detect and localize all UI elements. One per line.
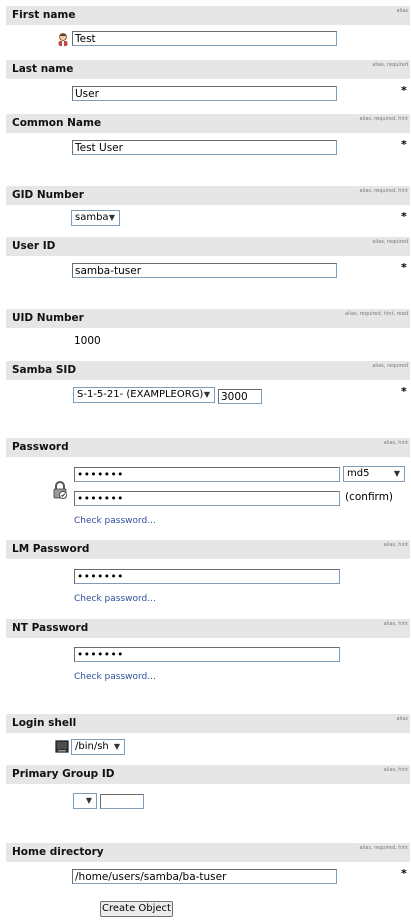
gid-number-label: GID Number (12, 189, 84, 201)
lm-password-input[interactable]: ••••••• (74, 569, 340, 584)
login-shell-value: /bin/sh (75, 741, 109, 752)
last-name-hint: alias, required (372, 62, 408, 68)
common-name-header: Common Name alias, required, hint (6, 114, 410, 133)
user-id-input[interactable]: samba-tuser (72, 263, 337, 278)
lm-check-password-link[interactable]: Check password... (74, 594, 156, 604)
uid-number-value: 1000 (74, 335, 101, 347)
last-name-input[interactable]: User (72, 86, 337, 101)
login-shell-header: Login shell alias (6, 714, 410, 733)
required-marker: * (401, 385, 407, 398)
password-hint: alias, hint (383, 440, 408, 446)
lm-password-label: LM Password (12, 543, 90, 555)
required-marker: * (401, 210, 407, 223)
chevron-down-icon: ▼ (203, 390, 211, 399)
terminal-icon (55, 740, 69, 753)
login-shell-label: Login shell (12, 717, 77, 729)
nt-password-hint: alias, hint (383, 621, 408, 627)
samba-sid-domain-value: S-1-5-21- (EXAMPLEORG) (77, 389, 204, 400)
uid-number-hint: alias, required, hint, read (345, 311, 408, 317)
user-icon (58, 33, 68, 46)
samba-sid-rid-input[interactable]: 3000 (218, 389, 262, 404)
chevron-down-icon: ▼ (85, 796, 93, 805)
first-name-hint: alias (396, 8, 408, 14)
primary-group-id-header: Primary Group ID alias, hint (6, 765, 410, 784)
last-name-label: Last name (12, 63, 74, 75)
primary-group-id-input[interactable] (100, 794, 144, 809)
samba-sid-label: Samba SID (12, 364, 77, 376)
chevron-down-icon: ▼ (108, 213, 116, 222)
password-confirm-label: (confirm) (345, 491, 394, 503)
gid-number-header: GID Number alias, required, hint (6, 186, 410, 205)
home-directory-hint: alias, required, hint (359, 845, 408, 851)
last-name-header: Last name alias, required (6, 60, 410, 79)
samba-sid-hint: alias, required (372, 363, 408, 369)
required-marker: * (401, 84, 407, 97)
lock-icon (53, 481, 67, 499)
common-name-hint: alias, required, hint (359, 116, 408, 122)
password-confirm-input[interactable]: ••••••• (74, 491, 340, 506)
lm-password-header: LM Password alias, hint (6, 540, 410, 559)
required-marker: * (401, 261, 407, 274)
required-marker: * (401, 867, 407, 880)
first-name-input[interactable]: Test (72, 31, 337, 46)
chevron-down-icon: ▼ (393, 469, 401, 478)
user-id-hint: alias, required (372, 239, 408, 245)
primary-group-id-select[interactable]: ▼ (73, 793, 97, 809)
primary-group-id-hint: alias, hint (383, 767, 408, 773)
primary-group-id-label: Primary Group ID (12, 768, 115, 780)
password-input[interactable]: ••••••• (74, 467, 340, 482)
password-hash-value: md5 (347, 468, 370, 479)
gid-number-hint: alias, required, hint (359, 188, 408, 194)
password-label: Password (12, 441, 69, 453)
samba-sid-header: Samba SID alias, required (6, 361, 410, 380)
create-object-button[interactable]: Create Object (100, 901, 173, 917)
first-name-header: First name alias (6, 6, 410, 25)
uid-number-header: UID Number alias, required, hint, read (6, 309, 410, 328)
check-password-link[interactable]: Check password... (74, 516, 156, 526)
lm-password-hint: alias, hint (383, 542, 408, 548)
home-directory-input[interactable]: /home/users/samba/ba-tuser (72, 869, 337, 884)
user-id-header: User ID alias, required (6, 237, 410, 256)
user-id-label: User ID (12, 240, 56, 252)
home-directory-header: Home directory alias, required, hint (6, 843, 410, 862)
samba-sid-domain-select[interactable]: S-1-5-21- (EXAMPLEORG) ▼ (73, 387, 215, 403)
gid-number-select[interactable]: samba ▼ (71, 210, 120, 226)
common-name-input[interactable]: Test User (72, 140, 337, 155)
chevron-down-icon: ▼ (113, 742, 121, 751)
password-hash-select[interactable]: md5 ▼ (343, 466, 405, 482)
nt-password-header: NT Password alias, hint (6, 619, 410, 638)
gid-number-value: samba (75, 212, 109, 223)
uid-number-label: UID Number (12, 312, 84, 324)
common-name-label: Common Name (12, 117, 102, 129)
first-name-label: First name (12, 9, 76, 21)
required-marker: * (401, 138, 407, 151)
login-shell-hint: alias (396, 716, 408, 722)
login-shell-select[interactable]: /bin/sh ▼ (71, 739, 125, 755)
nt-password-label: NT Password (12, 622, 89, 634)
nt-password-input[interactable]: ••••••• (74, 647, 340, 662)
nt-check-password-link[interactable]: Check password... (74, 672, 156, 682)
home-directory-label: Home directory (12, 846, 104, 858)
password-header: Password alias, hint (6, 438, 410, 457)
